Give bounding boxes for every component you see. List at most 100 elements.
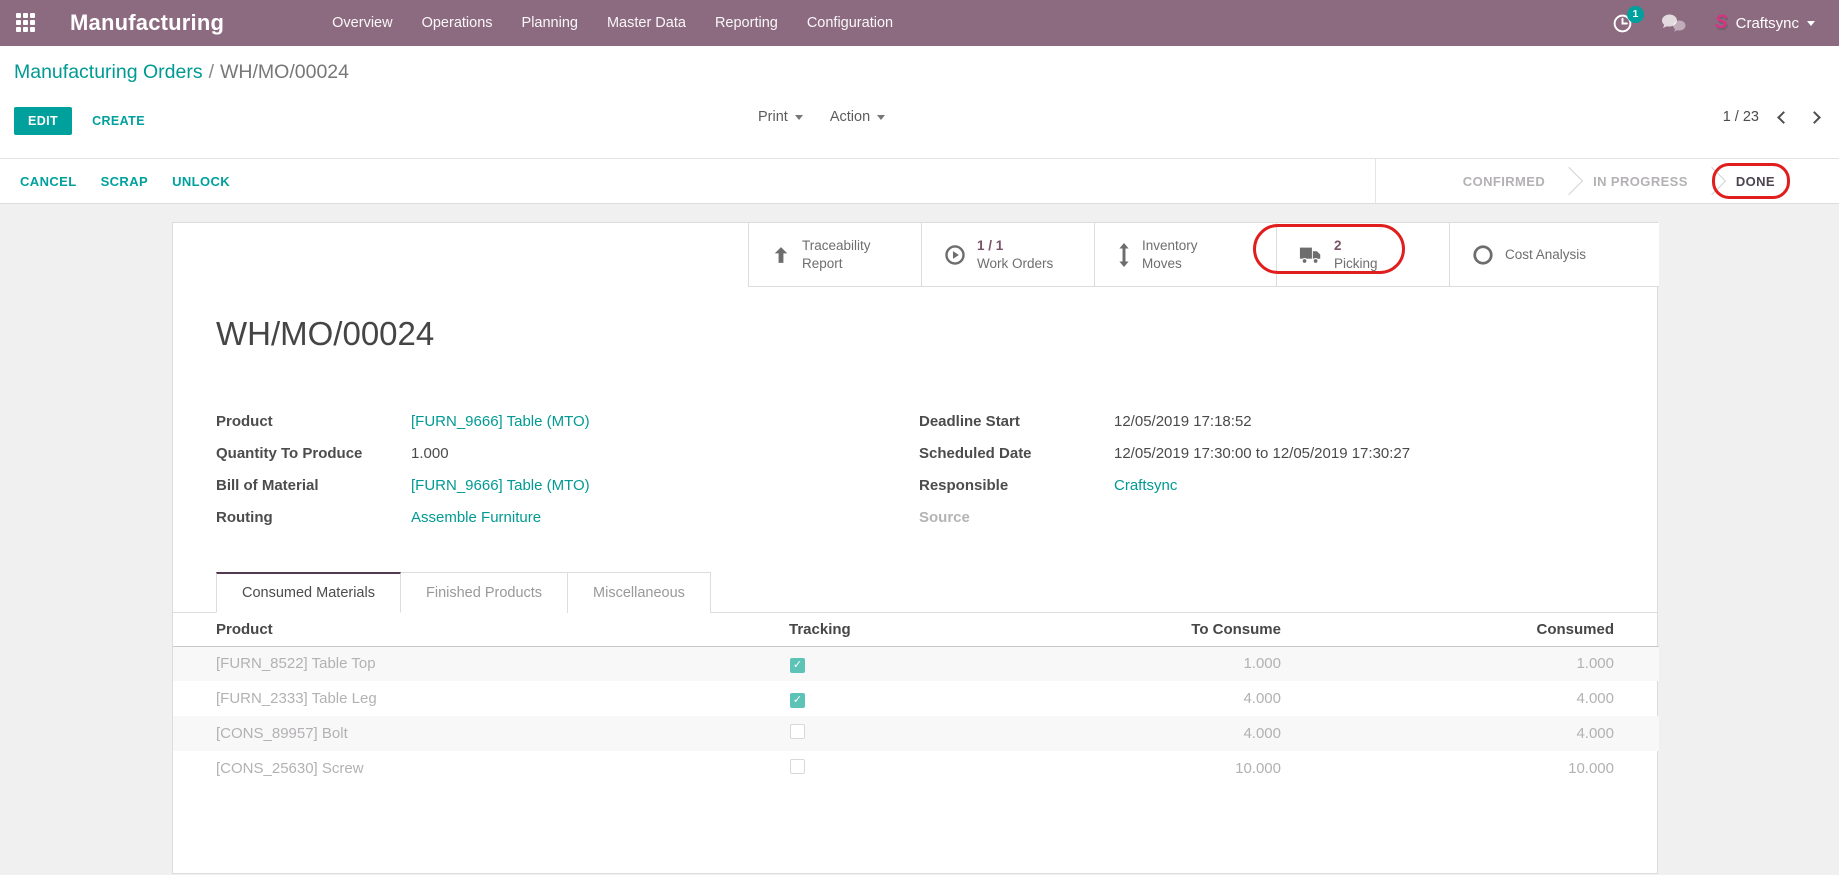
stat-button-work-orders[interactable]: 1 / 1 Work Orders xyxy=(921,223,1094,286)
breadcrumb-current: WH/MO/00024 xyxy=(220,61,349,83)
work-orders-count: 1 / 1 xyxy=(977,237,1053,255)
breadcrumb: Manufacturing Orders/WH/MO/00024 xyxy=(14,61,349,84)
menu-reporting[interactable]: Reporting xyxy=(715,15,778,31)
field-responsible-value[interactable]: Craftsync xyxy=(1114,477,1177,494)
field-product: Product [FURN_9666] Table (MTO) xyxy=(216,405,776,437)
field-routing: Routing Assemble Furniture xyxy=(216,501,776,533)
app-title: Manufacturing xyxy=(70,10,224,36)
picking-count: 2 xyxy=(1334,237,1378,255)
state-arrow-icon xyxy=(1555,167,1583,195)
control-panel: Manufacturing Orders/WH/MO/00024 EDIT CR… xyxy=(0,46,1839,158)
row-consumed: 1.000 xyxy=(1281,646,1659,681)
row-product: [FURN_2333] Table Leg xyxy=(173,681,781,716)
inventory-line2: Moves xyxy=(1142,255,1198,273)
row-consumed: 4.000 xyxy=(1281,681,1659,716)
stat-button-picking[interactable]: 2 Picking xyxy=(1276,223,1449,286)
tracking-checkbox: ✓ xyxy=(790,759,805,774)
field-bill-of-material: Bill of Material [FURN_9666] Table (MTO) xyxy=(216,469,776,501)
state-in-progress[interactable]: IN PROGRESS xyxy=(1593,174,1688,189)
user-name: Craftsync xyxy=(1736,15,1799,32)
tracking-checkbox: ✓ xyxy=(790,693,805,708)
state-confirmed[interactable]: CONFIRMED xyxy=(1463,174,1545,189)
menu-overview[interactable]: Overview xyxy=(332,15,392,31)
create-button[interactable]: CREATE xyxy=(92,114,145,128)
row-to-consume: 4.000 xyxy=(911,716,1281,751)
pager-next-icon[interactable] xyxy=(1808,111,1821,124)
field-routing-label: Routing xyxy=(216,509,411,526)
table-row[interactable]: [CONS_25630] Screw ✓ 10.000 10.000 xyxy=(173,751,1659,786)
chevron-down-icon xyxy=(877,115,885,120)
activity-count-badge: 1 xyxy=(1627,6,1644,23)
stat-button-cost-analysis[interactable]: Cost Analysis xyxy=(1449,223,1659,286)
field-deadline-value: 12/05/2019 17:18:52 xyxy=(1114,413,1252,430)
field-product-value[interactable]: [FURN_9666] Table (MTO) xyxy=(411,413,590,430)
stat-button-inventory-moves[interactable]: Inventory Moves xyxy=(1094,223,1276,286)
row-consumed: 10.000 xyxy=(1281,751,1659,786)
field-product-label: Product xyxy=(216,413,411,430)
field-quantity-value: 1.000 xyxy=(411,445,449,462)
pager-count: 1 / 23 xyxy=(1723,109,1759,125)
print-dropdown[interactable]: Print xyxy=(758,109,803,125)
breadcrumb-separator: / xyxy=(203,61,220,83)
inventory-line1: Inventory xyxy=(1142,237,1198,255)
tab-consumed-materials[interactable]: Consumed Materials xyxy=(216,572,401,613)
column-header-product: Product xyxy=(173,613,781,646)
field-source-label: Source xyxy=(919,509,1114,526)
row-product: [CONS_25630] Screw xyxy=(173,751,781,786)
statusbar: CANCEL SCRAP UNLOCK CONFIRMED IN PROGRES… xyxy=(0,158,1839,204)
cost-analysis-label: Cost Analysis xyxy=(1505,246,1586,264)
scrap-button[interactable]: SCRAP xyxy=(101,174,149,189)
field-quantity-to-produce: Quantity To Produce 1.000 xyxy=(216,437,776,469)
consumed-materials-table: Product Tracking To Consume Consumed [FU… xyxy=(173,613,1659,786)
apps-grid-icon[interactable] xyxy=(16,13,36,33)
table-row[interactable]: [FURN_8522] Table Top ✓ 1.000 1.000 xyxy=(173,646,1659,681)
messages-button[interactable] xyxy=(1660,13,1688,33)
cancel-button[interactable]: CANCEL xyxy=(20,174,77,189)
field-responsible: Responsible Craftsync xyxy=(919,469,1619,501)
page-title: WH/MO/00024 xyxy=(216,315,434,353)
stat-button-traceability-report[interactable]: Traceability Report xyxy=(748,223,921,286)
field-bom-value[interactable]: [FURN_9666] Table (MTO) xyxy=(411,477,590,494)
menu-configuration[interactable]: Configuration xyxy=(807,15,893,31)
traceability-line2: Report xyxy=(802,255,871,273)
form-sheet: Traceability Report 1 / 1 Work Orders In… xyxy=(172,222,1658,874)
pager-previous-icon[interactable] xyxy=(1777,111,1790,124)
menu-master-data[interactable]: Master Data xyxy=(607,15,686,31)
work-orders-label: Work Orders xyxy=(977,255,1053,273)
tab-miscellaneous[interactable]: Miscellaneous xyxy=(568,572,711,613)
field-deadline-label: Deadline Start xyxy=(919,413,1114,430)
print-label: Print xyxy=(758,109,788,125)
action-dropdown[interactable]: Action xyxy=(830,109,885,125)
arrow-up-icon xyxy=(771,245,791,265)
tracking-checkbox: ✓ xyxy=(790,724,805,739)
field-bom-label: Bill of Material xyxy=(216,477,411,494)
state-done[interactable]: DONE xyxy=(1736,174,1775,189)
activities-button[interactable]: 1 xyxy=(1612,13,1633,34)
field-scheduled-value: 12/05/2019 17:30:00 to 12/05/2019 17:30:… xyxy=(1114,445,1410,462)
truck-icon xyxy=(1299,244,1323,266)
field-source: Source xyxy=(919,501,1619,533)
unlock-button[interactable]: UNLOCK xyxy=(172,174,230,189)
statusbar-states: CONFIRMED IN PROGRESS DONE xyxy=(1375,159,1839,203)
menu-operations[interactable]: Operations xyxy=(422,15,493,31)
row-to-consume: 4.000 xyxy=(911,681,1281,716)
user-menu[interactable]: S Craftsync xyxy=(1715,12,1815,34)
picking-label: Picking xyxy=(1334,255,1378,273)
row-to-consume: 1.000 xyxy=(911,646,1281,681)
row-consumed: 4.000 xyxy=(1281,716,1659,751)
field-routing-value[interactable]: Assemble Furniture xyxy=(411,509,541,526)
row-to-consume: 10.000 xyxy=(911,751,1281,786)
menu-planning[interactable]: Planning xyxy=(522,15,578,31)
check-icon: ✓ xyxy=(793,695,802,706)
top-navbar: Manufacturing Overview Operations Planni… xyxy=(0,0,1839,46)
action-label: Action xyxy=(830,109,870,125)
breadcrumb-parent-link[interactable]: Manufacturing Orders xyxy=(14,61,203,83)
tab-finished-products[interactable]: Finished Products xyxy=(401,572,568,613)
table-row[interactable]: [CONS_89957] Bolt ✓ 4.000 4.000 xyxy=(173,716,1659,751)
field-responsible-label: Responsible xyxy=(919,477,1114,494)
notebook: Consumed Materials Finished Products Mis… xyxy=(173,572,1657,613)
edit-button[interactable]: EDIT xyxy=(14,107,72,135)
field-scheduled-date: Scheduled Date 12/05/2019 17:30:00 to 12… xyxy=(919,437,1619,469)
table-row[interactable]: [FURN_2333] Table Leg ✓ 4.000 4.000 xyxy=(173,681,1659,716)
check-icon: ✓ xyxy=(793,660,802,671)
